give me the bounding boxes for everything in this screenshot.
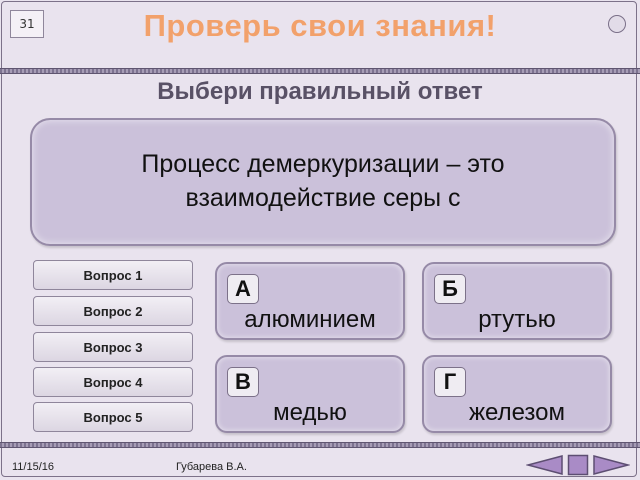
slide-subtitle: Выбери правильный ответ: [157, 78, 483, 105]
question-text: Процесс демеркуризации – это взаимодейст…: [141, 150, 505, 212]
footer-date: 11/15/16: [12, 461, 55, 473]
question-button-5[interactable]: Вопрос 5: [33, 402, 193, 432]
answer-text: алюминием: [244, 306, 376, 333]
answer-a[interactable]: А алюминием: [215, 262, 405, 340]
next-arrow-icon[interactable]: [592, 454, 630, 476]
circle-icon: [608, 15, 626, 33]
answer-v[interactable]: В медью: [215, 355, 405, 433]
answer-letter: В: [227, 367, 259, 397]
question-panel: Процесс демеркуризации – это взаимодейст…: [30, 118, 616, 246]
question-button-3[interactable]: Вопрос 3: [33, 332, 193, 362]
prev-arrow-icon[interactable]: [526, 454, 564, 476]
answer-letter: Г: [434, 367, 466, 397]
answer-text: медью: [273, 399, 347, 426]
slide-title: Проверь свои знания!: [143, 8, 497, 43]
footer-author: Губарева В.А.: [176, 461, 247, 473]
answer-text: ртутью: [478, 306, 556, 333]
answer-letter: А: [227, 274, 259, 304]
question-button-2[interactable]: Вопрос 2: [33, 296, 193, 326]
question-button-1[interactable]: Вопрос 1: [33, 260, 193, 290]
answer-text: железом: [468, 399, 565, 426]
answer-g[interactable]: Г железом: [422, 355, 612, 433]
bottom-divider: [0, 442, 640, 448]
stop-square-icon[interactable]: [567, 454, 589, 476]
question-button-4[interactable]: Вопрос 4: [33, 367, 193, 397]
answer-letter: Б: [434, 274, 466, 304]
top-divider: [0, 68, 640, 74]
answer-b[interactable]: Б ртутью: [422, 262, 612, 340]
